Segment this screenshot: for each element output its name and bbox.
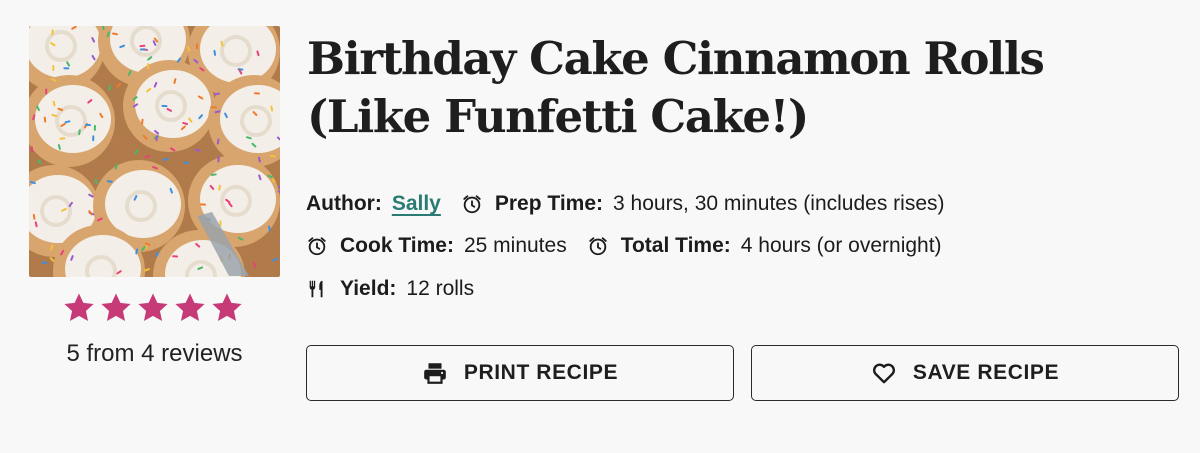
save-recipe-button[interactable]: SAVE RECIPE xyxy=(751,345,1179,401)
total-time-value: 4 hours (or overnight) xyxy=(740,234,942,257)
star-icon[interactable] xyxy=(99,291,133,325)
recipe-title: Birthday Cake Cinnamon Rolls (Like Funfe… xyxy=(307,32,1045,143)
meta-row-author-prep: Author: Sally Prep Time: 3 hours, 30 min… xyxy=(306,189,965,219)
cook-time-label: Cook Time: xyxy=(340,234,454,257)
star-icon[interactable] xyxy=(136,291,170,325)
star-icon[interactable] xyxy=(62,291,96,325)
prep-time-value: 3 hours, 30 minutes (includes rises) xyxy=(613,192,945,215)
prep-time-label: Prep Time: xyxy=(494,192,604,215)
yield-label: Yield: xyxy=(340,277,397,300)
meta-row-cook-total: Cook Time: 25 minutes Total Time: 4 hour… xyxy=(306,231,962,261)
author-link[interactable]: Sally xyxy=(392,192,441,216)
cinnamon-rolls-image xyxy=(29,26,280,277)
printer-icon xyxy=(424,363,446,384)
yield-value: 12 rolls xyxy=(406,277,475,300)
total-time-label: Total Time: xyxy=(620,234,731,257)
recipe-photo xyxy=(29,26,280,277)
star-icon[interactable] xyxy=(210,291,244,325)
cook-time-value: 25 minutes xyxy=(463,234,567,257)
clock-icon xyxy=(463,195,481,214)
star-rating[interactable] xyxy=(62,291,244,327)
print-recipe-button[interactable]: PRINT RECIPE xyxy=(306,345,734,401)
fork-knife-icon xyxy=(309,280,323,298)
clock-icon xyxy=(308,237,326,256)
star-icon[interactable] xyxy=(173,291,207,325)
meta-row-yield: Yield: 12 rolls xyxy=(306,274,494,304)
heart-icon xyxy=(872,363,895,384)
print-recipe-label: PRINT RECIPE xyxy=(463,361,619,384)
save-recipe-label: SAVE RECIPE xyxy=(912,361,1060,384)
clock-icon xyxy=(588,237,607,256)
author-label: Author: xyxy=(306,192,382,215)
rating-summary: 5 from 4 reviews xyxy=(66,340,243,367)
